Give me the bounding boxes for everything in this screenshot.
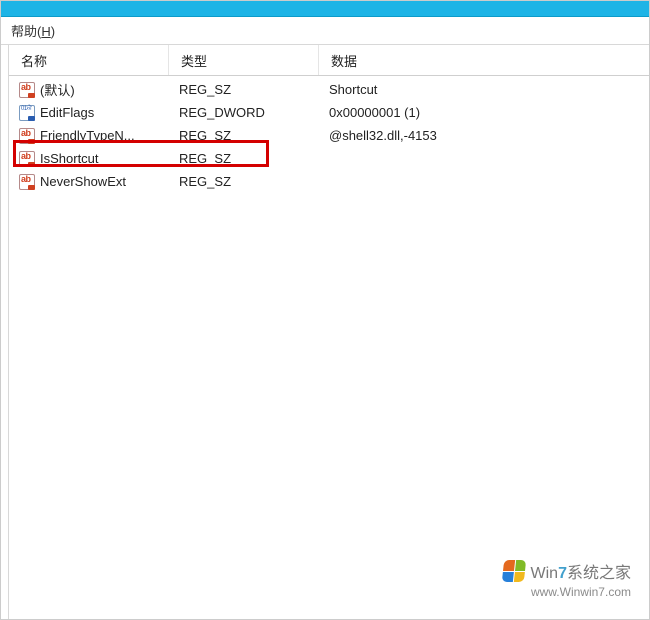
reg-string-icon	[19, 82, 35, 98]
value-type: REG_SZ	[169, 79, 319, 100]
value-data	[319, 179, 649, 185]
reg-string-icon	[19, 151, 35, 167]
column-header[interactable]: 名称 类型 数据	[9, 45, 649, 76]
tree-pane[interactable]	[1, 45, 9, 619]
value-type: REG_SZ	[169, 125, 319, 146]
table-row[interactable]: NeverShowExt REG_SZ	[9, 170, 649, 193]
value-data: 0x00000001 (1)	[319, 102, 649, 123]
value-type: REG_SZ	[169, 171, 319, 192]
reg-string-icon	[19, 174, 35, 190]
value-name: (默认)	[40, 80, 75, 99]
list-pane[interactable]: 名称 类型 数据 (默认)REG_SZShortcutEditFlagsREG_…	[9, 45, 649, 619]
col-header-data[interactable]: 数据	[319, 45, 649, 75]
table-row[interactable]: IsShortcut REG_SZ	[9, 147, 649, 170]
value-type: REG_SZ	[169, 148, 319, 169]
table-row[interactable]: FriendlyTypeN... REG_SZ@shell32.dll,-4153	[9, 124, 649, 147]
window-titlebar[interactable]	[1, 1, 649, 17]
value-name: EditFlags	[40, 105, 94, 120]
value-data	[319, 156, 649, 162]
table-row[interactable]: (默认) REG_SZShortcut	[9, 78, 649, 101]
col-header-type[interactable]: 类型	[169, 45, 319, 75]
value-name: IsShortcut	[40, 151, 99, 166]
menu-bar: 帮助(H)	[1, 17, 649, 45]
table-row[interactable]: EditFlags REG_DWORD0x00000001 (1)	[9, 101, 649, 124]
content-area: 名称 类型 数据 (默认)REG_SZShortcutEditFlagsREG_…	[1, 45, 649, 619]
value-name: FriendlyTypeN...	[40, 128, 135, 143]
value-name: NeverShowExt	[40, 174, 126, 189]
value-data: @shell32.dll,-4153	[319, 125, 649, 146]
col-header-name[interactable]: 名称	[9, 45, 169, 75]
value-data: Shortcut	[319, 79, 649, 100]
reg-binary-icon	[19, 105, 35, 121]
rows-container: (默认)REG_SZShortcutEditFlagsREG_DWORD0x00…	[9, 76, 649, 193]
menu-help[interactable]: 帮助(H)	[11, 24, 55, 39]
value-type: REG_DWORD	[169, 102, 319, 123]
reg-string-icon	[19, 128, 35, 144]
